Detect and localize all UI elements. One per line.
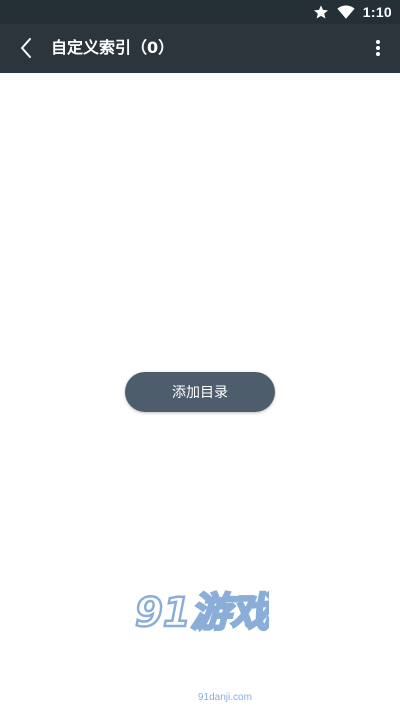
star-icon	[313, 5, 328, 19]
back-button[interactable]	[10, 32, 42, 64]
status-icons: 1:10	[313, 0, 392, 24]
watermark-site: 91danji.com	[198, 692, 252, 703]
page-title: 自定义索引（0）	[51, 38, 175, 57]
chevron-left-icon	[21, 38, 31, 58]
status-bar: 1:10	[0, 0, 400, 24]
watermark-logo-text: 91游戏	[135, 590, 269, 636]
watermark-logo: 91游戏	[134, 589, 269, 638]
add-directory-button[interactable]: 添加目录	[125, 372, 275, 412]
status-time: 1:10	[362, 4, 392, 20]
overflow-menu-button[interactable]	[366, 34, 390, 62]
app-root: 1:10 自定义索引（0） 添加目录 91游戏 91danji.com	[0, 0, 400, 711]
more-vert-icon	[376, 40, 380, 56]
wifi-icon	[337, 5, 355, 19]
toolbar: 自定义索引（0）	[0, 24, 400, 73]
